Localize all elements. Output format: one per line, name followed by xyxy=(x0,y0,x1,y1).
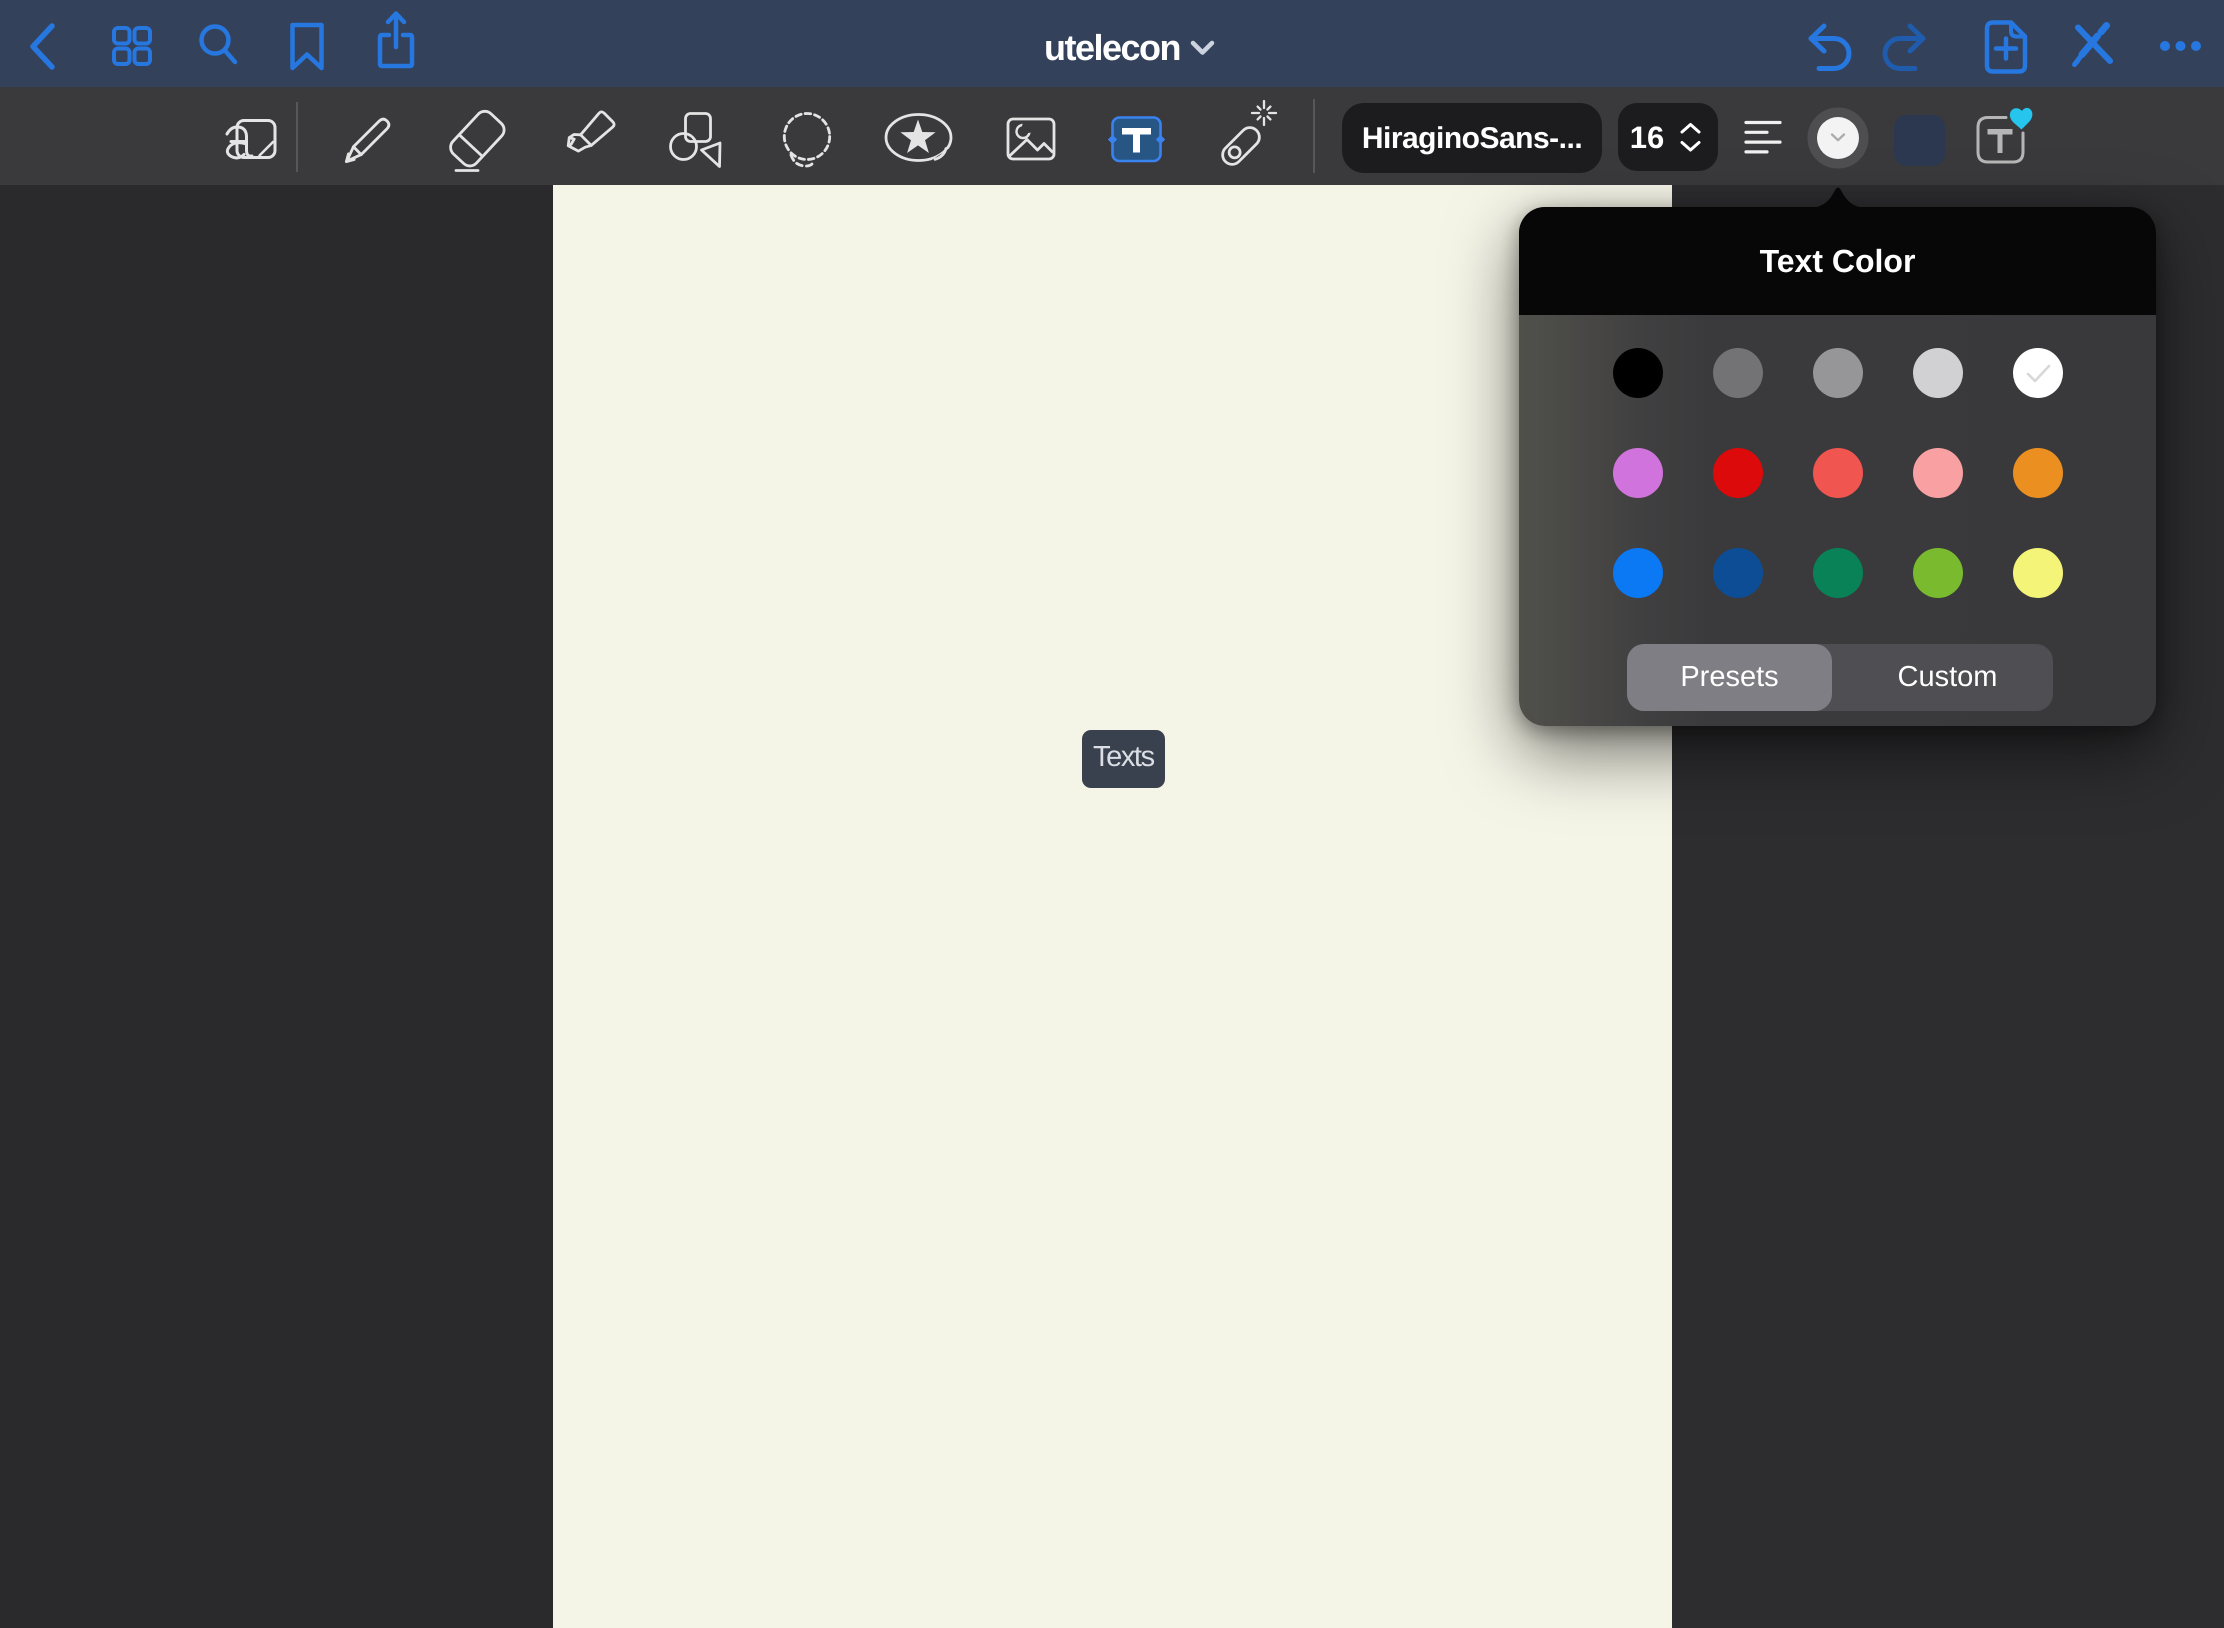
svg-text:HiraginoSans-...: HiraginoSans-... xyxy=(1362,122,1582,155)
svg-text:16: 16 xyxy=(1630,120,1664,155)
